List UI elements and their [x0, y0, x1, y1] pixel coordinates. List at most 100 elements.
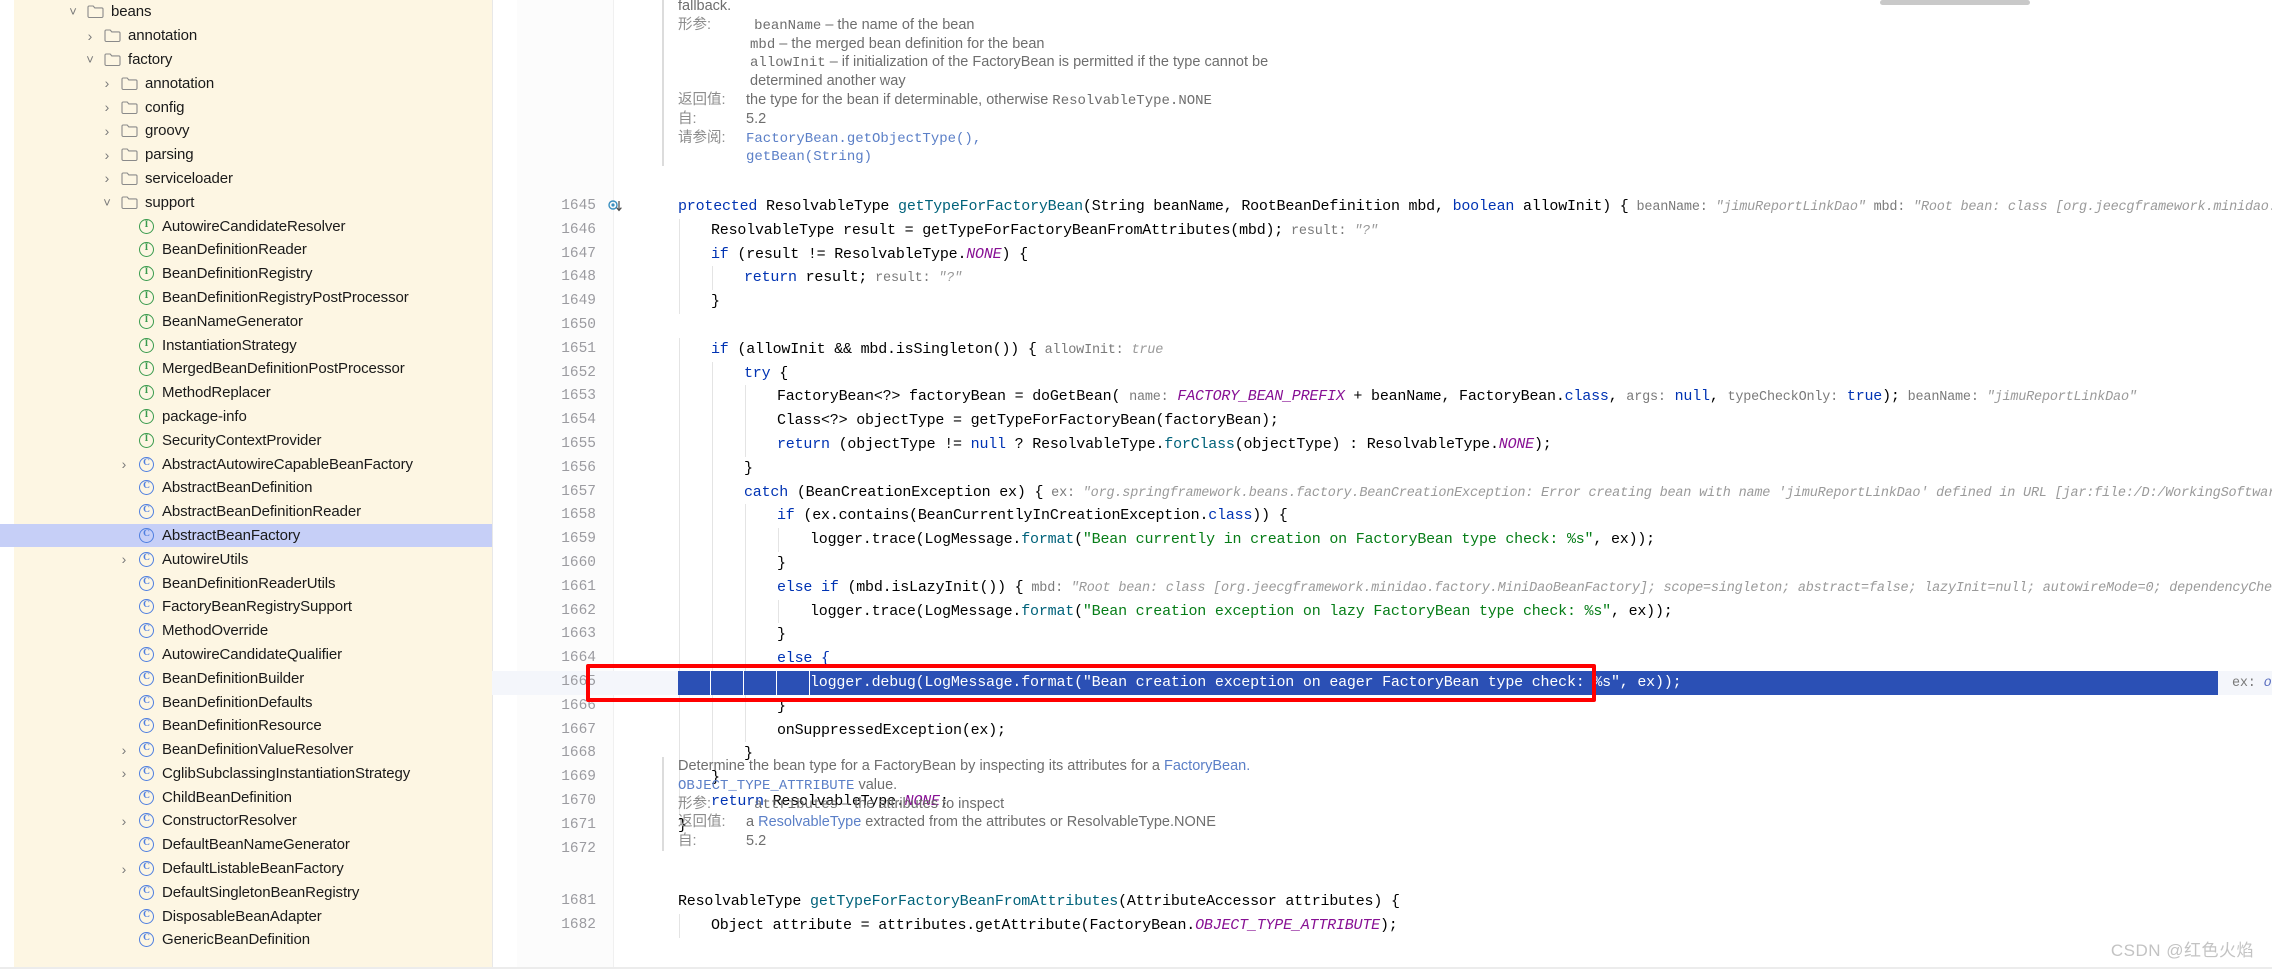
chevron-down-icon[interactable]: ˅	[65, 4, 81, 20]
javadoc-intro-link[interactable]: FactoryBean.	[1164, 758, 1250, 774]
code-line[interactable]: 1663}	[492, 623, 2272, 648]
code-line[interactable]: 1648 return result; result: "?"	[492, 266, 2272, 291]
code-line[interactable]: 1653 FactoryBean<?> factoryBean = doGetBe…	[492, 385, 2272, 410]
code-editor-panel[interactable]: fallback. 形参: beanName – the name of the…	[492, 0, 2272, 969]
code-line[interactable]: 1662 logger.trace(LogMessage.format("Bean…	[492, 599, 2272, 624]
tree-item-autowirecandidatequalifier[interactable]: ›CAutowireCandidateQualifier	[0, 643, 492, 667]
indent-guide	[712, 599, 713, 624]
tree-item-cglibsubclassinginstantiationstrategy[interactable]: › C CglibSubclassingInstantiationStrategy	[0, 762, 492, 786]
code-line[interactable]: 1654 Class<?> objectType = getTypeForFact…	[492, 409, 2272, 433]
project-tree-panel[interactable]: ˅ beans › annotation ˅ factory › annotation › con…	[0, 0, 492, 969]
code-line[interactable]: 1645 protected ResolvableType getTypeForF…	[492, 195, 2272, 219]
tree-item-instantiationstrategy[interactable]: ›IInstantiationStrategy	[0, 333, 492, 357]
tree-item-abstractbeanfactory[interactable]: ›CAbstractBeanFactory	[0, 523, 492, 548]
code-line[interactable]: 1658 if (ex.contains(BeanCurrentlyInCreat…	[492, 504, 2272, 529]
tree-item-label: DefaultSingletonBeanRegistry	[162, 883, 360, 901]
javadoc-see-link[interactable]: getBean(String)	[746, 149, 872, 165]
tree-item-constructorresolver[interactable]: › C ConstructorResolver	[0, 809, 492, 833]
tree-item-annotation[interactable]: › annotation	[0, 71, 492, 95]
tree-item-securitycontextprovider[interactable]: ›ISecurityContextProvider	[0, 428, 492, 452]
tree-item-disposablebeanadapter[interactable]: ›CDisposableBeanAdapter	[0, 904, 492, 928]
code-line[interactable]: 1681 ResolvableType getTypeForFactoryBean…	[492, 890, 2272, 914]
chevron-right-icon[interactable]: ›	[99, 75, 115, 91]
tree-item-beandefinitionbuilder[interactable]: ›CBeanDefinitionBuilder	[0, 666, 492, 690]
chevron-right-icon[interactable]: ›	[116, 551, 132, 567]
chevron-right-icon[interactable]: ›	[82, 28, 98, 44]
code-line[interactable]: 1667 onSuppressedException(ex);	[492, 718, 2272, 743]
tree-item-factorybeanregistrysupport[interactable]: ›CFactoryBeanRegistrySupport	[0, 595, 492, 619]
chevron-right-icon[interactable]: ›	[116, 742, 132, 758]
tree-item-autowireutils[interactable]: › C AutowireUtils	[0, 547, 492, 571]
tree-item-mergedbeandefinitionpostprocessor[interactable]: ›IMergedBeanDefinitionPostProcessor	[0, 357, 492, 381]
tree-item-config[interactable]: › config	[0, 95, 492, 119]
javadoc-returns-link[interactable]: ResolvableType	[758, 814, 861, 830]
tree-item-defaultlistablebeanfactory[interactable]: › C DefaultListableBeanFactory	[0, 857, 492, 881]
tree-item-beannamegenerator[interactable]: ›IBeanNameGenerator	[0, 309, 492, 333]
class-icon: C	[139, 599, 154, 615]
tree-item-beandefinitionreaderutils[interactable]: ›CBeanDefinitionReaderUtils	[0, 571, 492, 595]
code-line[interactable]: 1660}	[492, 552, 2272, 576]
code-line-selected[interactable]: 1665 logger.debug(LogMessage.format("Bean…	[492, 671, 2272, 695]
tree-item-abstractautowirecapablebeanfactory[interactable]: › C AbstractAutowireCapableBeanFactory	[0, 452, 492, 476]
code-line[interactable]: 1666}	[492, 694, 2272, 719]
code-line[interactable]: 1651 if (allowInit && mbd.isSingleton()) …	[492, 337, 2272, 362]
tree-item-abstractbeandefinitionreader[interactable]: ›CAbstractBeanDefinitionReader	[0, 500, 492, 524]
javadoc-see-link[interactable]: FactoryBean.getObjectType(),	[746, 131, 981, 147]
chevron-right-icon[interactable]: ›	[99, 170, 115, 186]
chevron-right-icon[interactable]: ›	[99, 123, 115, 139]
tree-item-defaultbeannamegenerator[interactable]: ›CDefaultBeanNameGenerator	[0, 833, 492, 857]
tree-item-abstractbeandefinition[interactable]: ›CAbstractBeanDefinition	[0, 476, 492, 500]
code-line[interactable]: 1682 Object attribute = attributes.getAtt…	[492, 913, 2272, 938]
chevron-down-icon[interactable]: ˅	[82, 51, 98, 67]
code-line[interactable]: 1657 catch (BeanCreationException ex) { e…	[492, 480, 2272, 505]
tree-item-beandefinitionreader[interactable]: ›IBeanDefinitionReader	[0, 238, 492, 262]
tree-item-methodreplacer[interactable]: ›IMethodReplacer	[0, 381, 492, 405]
tree-item-beans[interactable]: ˅ beans	[0, 0, 492, 24]
tree-item-defaultsingletonbeanregistry[interactable]: ›CDefaultSingletonBeanRegistry	[0, 880, 492, 904]
tree-item-methodoverride[interactable]: ›CMethodOverride	[0, 619, 492, 643]
code-line[interactable]: 1647 if (result != ResolvableType.NONE) {	[492, 242, 2272, 267]
code-line[interactable]: 1652 try {	[492, 361, 2272, 386]
code-token: }	[744, 459, 753, 477]
chevron-right-icon[interactable]: ›	[99, 147, 115, 163]
tree-item-package-info[interactable]: ›Ipackage-info	[0, 405, 492, 429]
code-line[interactable]: 1646 ResolvableType result = getTypeForFa…	[492, 218, 2272, 243]
code-line[interactable]: 1650	[492, 314, 2272, 338]
tree-item-childbeandefinition[interactable]: ›CChildBeanDefinition	[0, 785, 492, 809]
code-token: }	[777, 697, 786, 715]
tree-item-beandefinitionregistry[interactable]: ›IBeanDefinitionRegistry	[0, 262, 492, 286]
chevron-right-icon[interactable]: ›	[116, 456, 132, 472]
code-line[interactable]: 1656}	[492, 456, 2272, 481]
javadoc-param-desc: – the merged bean definition for the bea…	[779, 35, 1045, 52]
indent-guide	[745, 647, 746, 671]
horizontal-scrollbar[interactable]	[1880, 0, 2030, 5]
tree-item-autowirecandidateresolver[interactable]: ›IAutowireCandidateResolver	[0, 214, 492, 238]
code-line[interactable]: 1655 return (objectType != null ? Resolva…	[492, 433, 2272, 457]
tree-item-serviceloader[interactable]: › serviceloader	[0, 167, 492, 191]
tree-item-beandefinitionregistrypostprocessor[interactable]: ›IBeanDefinitionRegistryPostProcessor	[0, 286, 492, 310]
class-icon: C	[139, 813, 154, 829]
tree-item-beandefinitionvalueresolver[interactable]: › C BeanDefinitionValueResolver	[0, 738, 492, 762]
tree-item-groovy[interactable]: › groovy	[0, 119, 492, 143]
tree-item-support[interactable]: ˅ support	[0, 190, 492, 214]
method-override-icon[interactable]	[608, 199, 624, 215]
tree-item-parsing[interactable]: › parsing	[0, 143, 492, 167]
javadoc-intro-link2[interactable]: OBJECT_TYPE_ATTRIBUTE	[678, 778, 854, 794]
chevron-right-icon[interactable]: ›	[116, 765, 132, 781]
chevron-right-icon[interactable]: ›	[116, 813, 132, 829]
tree-item-factory[interactable]: ˅ factory	[0, 48, 492, 72]
code-line[interactable]: 1661 else if (mbd.isLazyInit()) { mbd: "R…	[492, 575, 2272, 600]
project-tree[interactable]: ˅ beans › annotation ˅ factory › annotation › con…	[0, 0, 492, 952]
chevron-right-icon[interactable]: ›	[99, 99, 115, 115]
tree-item-genericbeandefinition[interactable]: ›CGenericBeanDefinition	[0, 928, 492, 952]
chevron-right-icon[interactable]: ›	[116, 861, 132, 877]
tree-item-beandefinitionresource[interactable]: ›CBeanDefinitionResource	[0, 714, 492, 738]
code-line[interactable]: 1649}	[492, 290, 2272, 314]
indent-guide	[745, 623, 746, 648]
code-line[interactable]: 1664 else {	[492, 647, 2272, 671]
chevron-down-icon[interactable]: ˅	[99, 194, 115, 210]
tree-item-beandefinitiondefaults[interactable]: ›CBeanDefinitionDefaults	[0, 690, 492, 714]
code-line[interactable]: 1659 logger.trace(LogMessage.format("Bean…	[492, 528, 2272, 552]
code-text: logger.trace(LogMessage.format("Bean cre…	[810, 600, 1673, 624]
tree-item-annotation[interactable]: › annotation	[0, 24, 492, 48]
